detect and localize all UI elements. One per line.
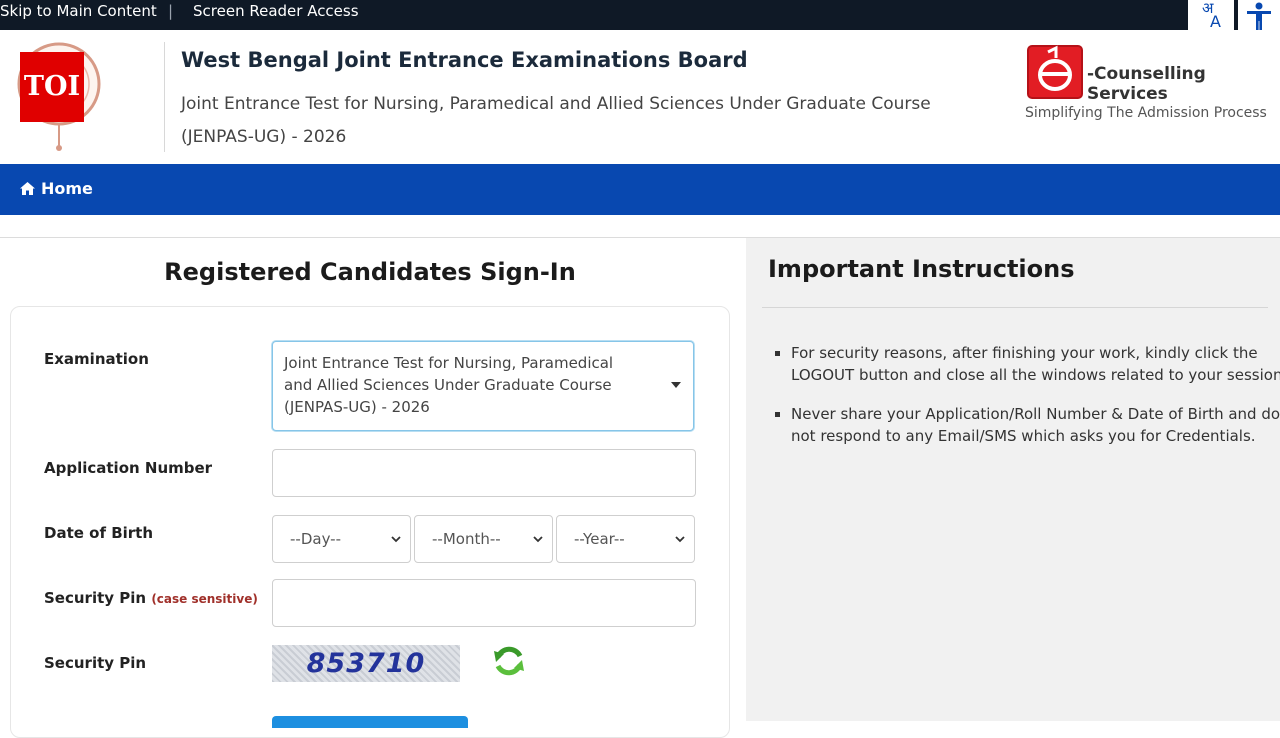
ecounselling-tagline: Simplifying The Admission Process [1025,105,1267,121]
nav-home-label: Home [41,179,93,198]
nav-home-link[interactable]: Home [20,179,93,198]
dob-year-value: --Year-- [574,530,625,548]
application-number-label: Application Number [44,459,213,477]
chevron-down-icon [391,536,401,543]
skip-to-main-link[interactable]: Skip to Main Content [0,2,157,20]
screen-reader-link[interactable]: Screen Reader Access [193,2,359,20]
accessibility-person-icon[interactable] [1238,0,1280,30]
dob-year-select[interactable]: --Year-- [556,515,695,563]
security-pin-input[interactable] [272,579,696,627]
ecounselling-name: -Counselling Services [1087,64,1206,104]
main-content: Registered Candidates Sign-In Examinatio… [0,237,1280,738]
chevron-down-icon [533,536,543,543]
application-number-input[interactable] [272,449,696,497]
dob-month-value: --Month-- [432,530,501,548]
toi-badge: TOI [20,52,84,122]
captcha-label: Security Pin [44,654,147,672]
topbar-separator: | [168,2,174,20]
ecounselling-logo-icon [1027,45,1083,99]
dob-day-select[interactable]: --Day-- [272,515,411,563]
board-title: West Bengal Joint Entrance Examinations … [181,48,748,72]
security-pin-label: Security Pin (case sensitive) [44,589,258,607]
case-sensitive-note: (case sensitive) [151,592,258,606]
font-size-toggle-icon[interactable]: अ A [1188,0,1234,31]
instruction-item: For security reasons, after finishing yo… [791,342,1280,386]
instructions-list: For security reasons, after finishing yo… [770,342,1280,464]
home-icon [20,182,35,195]
board-subtitle: Joint Entrance Test for Nursing, Paramed… [181,94,931,147]
top-utility-bar: Skip to Main Content | Screen Reader Acc… [0,0,1280,31]
instructions-divider [762,307,1268,308]
captcha-image: 853710 [272,645,460,682]
examination-select[interactable]: Joint Entrance Test for Nursing, Paramed… [272,341,694,431]
instructions-panel: Important Instructions For security reas… [746,238,1280,721]
caret-down-icon [671,382,681,388]
signin-panel: Registered Candidates Sign-In Examinatio… [0,238,746,738]
security-pin-label-text: Security Pin [44,589,147,607]
examination-selected-value: Joint Entrance Test for Nursing, Paramed… [284,354,614,416]
instruction-item: Never share your Application/Roll Number… [791,403,1280,447]
header-divider [164,42,165,152]
main-navbar: Home [0,164,1280,215]
signin-submit-button[interactable] [272,716,468,728]
chevron-down-icon [675,536,685,543]
dob-day-value: --Day-- [290,530,342,548]
refresh-icon[interactable] [490,642,528,680]
instructions-title: Important Instructions [768,255,1075,283]
site-header: TOI West Bengal Joint Entrance Examinati… [0,30,1280,164]
date-of-birth-label: Date of Birth [44,524,154,542]
svg-text:A: A [1210,12,1221,30]
dob-month-select[interactable]: --Month-- [414,515,553,563]
signin-title: Registered Candidates Sign-In [164,258,576,286]
examination-label: Examination [44,350,149,368]
